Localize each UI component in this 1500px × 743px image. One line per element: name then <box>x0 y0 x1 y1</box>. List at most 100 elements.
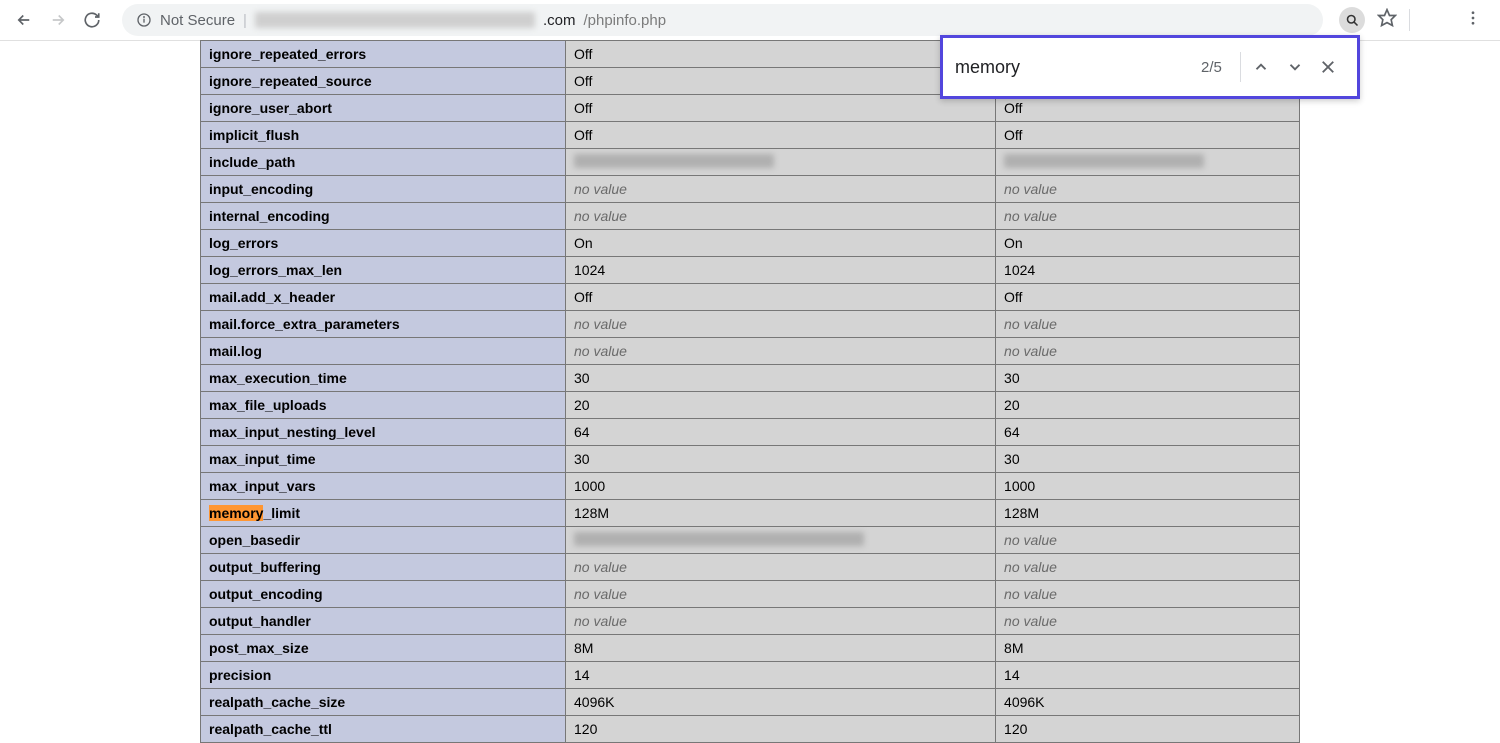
url-domain-suffix: .com <box>543 12 576 29</box>
table-row: max_file_uploads2020 <box>201 392 1300 419</box>
menu-button[interactable] <box>1464 9 1482 32</box>
master-value: 1024 <box>996 257 1300 284</box>
master-value: no value <box>996 338 1300 365</box>
arrow-left-icon <box>15 11 33 29</box>
master-value: no value <box>996 203 1300 230</box>
find-prev-button[interactable] <box>1245 49 1278 85</box>
directive-name: open_basedir <box>201 527 566 554</box>
blurred-value <box>1004 154 1204 168</box>
master-value: no value <box>996 311 1300 338</box>
blurred-value <box>574 532 864 546</box>
chevron-up-icon <box>1252 58 1270 76</box>
address-bar[interactable]: Not Secure | .com/phpinfo.php <box>122 4 1323 36</box>
arrow-right-icon <box>49 11 67 29</box>
find-close-button[interactable] <box>1312 49 1345 85</box>
local-value <box>566 527 996 554</box>
master-value: no value <box>996 176 1300 203</box>
security-label: Not Secure <box>160 12 235 29</box>
search-icon <box>1345 13 1360 28</box>
directive-name: memory_limit <box>201 500 566 527</box>
directive-name: realpath_cache_size <box>201 689 566 716</box>
directive-name: ignore_user_abort <box>201 95 566 122</box>
master-value <box>996 149 1300 176</box>
directive-name: mail.add_x_header <box>201 284 566 311</box>
directive-name: post_max_size <box>201 635 566 662</box>
directive-name: realpath_cache_ttl <box>201 716 566 743</box>
master-value: 128M <box>996 500 1300 527</box>
table-row: include_path <box>201 149 1300 176</box>
local-value: no value <box>566 311 996 338</box>
find-input[interactable] <box>955 57 1187 78</box>
local-value: 30 <box>566 365 996 392</box>
directive-name: ignore_repeated_errors <box>201 41 566 68</box>
back-button[interactable] <box>10 6 38 34</box>
master-value: 20 <box>996 392 1300 419</box>
local-value: Off <box>566 122 996 149</box>
master-value: 30 <box>996 446 1300 473</box>
directive-name: mail.force_extra_parameters <box>201 311 566 338</box>
local-value: 8M <box>566 635 996 662</box>
table-row: mail.add_x_headerOffOff <box>201 284 1300 311</box>
star-button[interactable] <box>1377 8 1397 33</box>
master-value: no value <box>996 581 1300 608</box>
local-value: 128M <box>566 500 996 527</box>
local-value: no value <box>566 203 996 230</box>
master-value: no value <box>996 527 1300 554</box>
address-separator: | <box>243 12 247 29</box>
forward-button[interactable] <box>44 6 72 34</box>
table-row: mail.force_extra_parametersno valueno va… <box>201 311 1300 338</box>
table-row: open_basedir no value <box>201 527 1300 554</box>
toolbar-right <box>1339 7 1490 33</box>
master-value: no value <box>996 554 1300 581</box>
master-value: no value <box>996 608 1300 635</box>
table-row: max_input_nesting_level6464 <box>201 419 1300 446</box>
master-value: 4096K <box>996 689 1300 716</box>
local-value: 14 <box>566 662 996 689</box>
local-value: On <box>566 230 996 257</box>
reload-icon <box>83 11 101 29</box>
info-icon <box>136 12 152 28</box>
find-in-page-bar: 2/5 <box>940 35 1360 99</box>
find-count: 2/5 <box>1187 59 1236 76</box>
reload-button[interactable] <box>78 6 106 34</box>
table-row: output_bufferingno valueno value <box>201 554 1300 581</box>
local-value: no value <box>566 581 996 608</box>
master-value: Off <box>996 284 1300 311</box>
table-row: log_errors_max_len10241024 <box>201 257 1300 284</box>
table-row: realpath_cache_size4096K4096K <box>201 689 1300 716</box>
table-row: realpath_cache_ttl120120 <box>201 716 1300 743</box>
directive-name: implicit_flush <box>201 122 566 149</box>
local-value: no value <box>566 554 996 581</box>
table-row: max_input_time3030 <box>201 446 1300 473</box>
local-value: no value <box>566 608 996 635</box>
directive-name: max_execution_time <box>201 365 566 392</box>
local-value: 4096K <box>566 689 996 716</box>
close-icon <box>1319 58 1337 76</box>
directive-name: include_path <box>201 149 566 176</box>
local-value <box>566 149 996 176</box>
table-row: output_handlerno valueno value <box>201 608 1300 635</box>
local-value: 20 <box>566 392 996 419</box>
directive-name: max_input_time <box>201 446 566 473</box>
master-value: 120 <box>996 716 1300 743</box>
local-value: 120 <box>566 716 996 743</box>
blurred-domain <box>255 12 535 28</box>
master-value: 1000 <box>996 473 1300 500</box>
directive-name: output_encoding <box>201 581 566 608</box>
table-row: output_encodingno valueno value <box>201 581 1300 608</box>
directive-name: max_input_nesting_level <box>201 419 566 446</box>
table-row: implicit_flushOffOff <box>201 122 1300 149</box>
local-value: 1000 <box>566 473 996 500</box>
directive-name: precision <box>201 662 566 689</box>
find-next-button[interactable] <box>1278 49 1311 85</box>
master-value: 64 <box>996 419 1300 446</box>
kebab-menu-icon <box>1464 9 1482 27</box>
master-value: On <box>996 230 1300 257</box>
find-extension-button[interactable] <box>1339 7 1365 33</box>
directive-name: output_handler <box>201 608 566 635</box>
directive-name: internal_encoding <box>201 203 566 230</box>
local-value: Off <box>566 284 996 311</box>
table-row: precision1414 <box>201 662 1300 689</box>
local-value: Off <box>566 41 996 68</box>
table-row: mail.logno valueno value <box>201 338 1300 365</box>
